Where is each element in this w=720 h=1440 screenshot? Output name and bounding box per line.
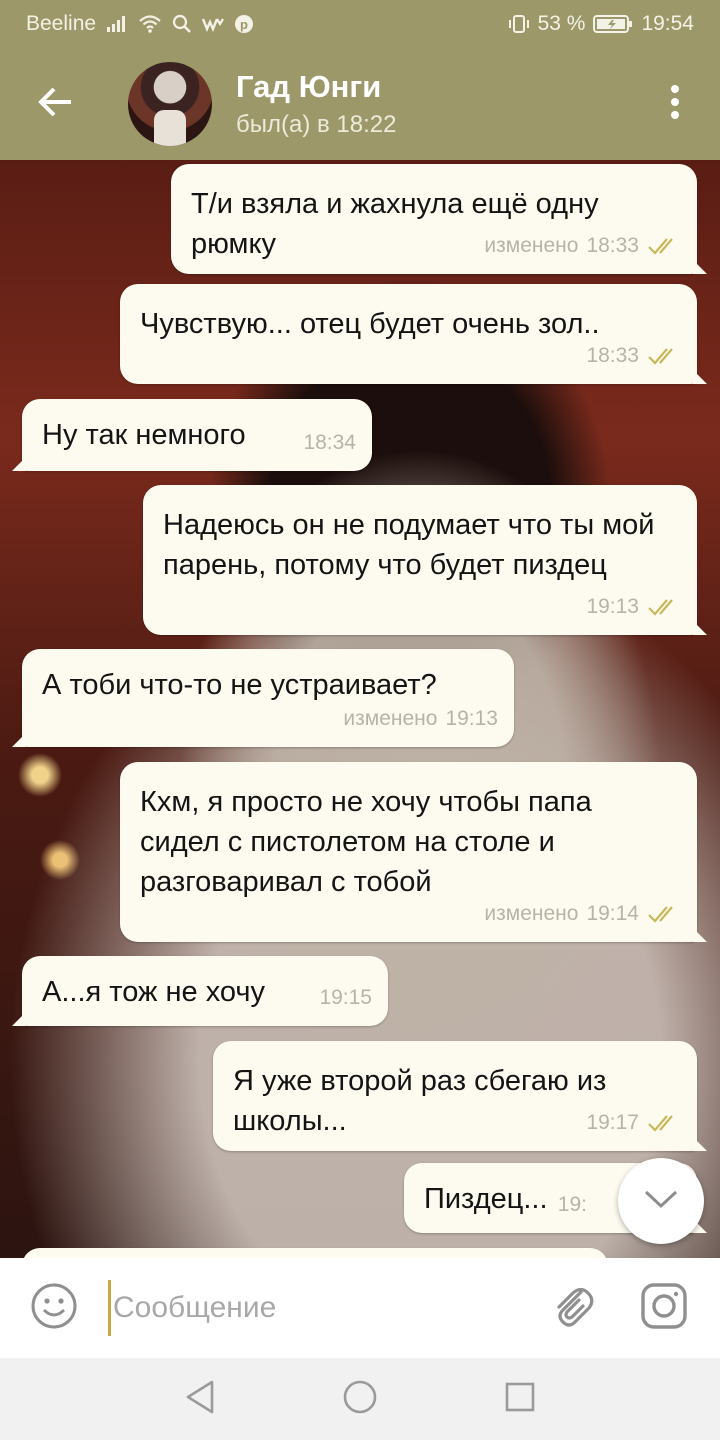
- message-bubble[interactable]: А тоби что-то не устраивает? изменено 19…: [12, 649, 514, 747]
- message-bubble-partial[interactable]: [22, 1248, 608, 1258]
- message-text: Надеюсь он не подумает что ты мой парень…: [163, 509, 655, 581]
- arrow-left-icon: [37, 86, 73, 123]
- more-options-button[interactable]: [630, 48, 720, 160]
- emoji-button[interactable]: [0, 1258, 108, 1358]
- double-check-icon: [647, 237, 681, 255]
- message-time: 19:13: [586, 595, 639, 618]
- message-time: 19:: [557, 1193, 587, 1216]
- nav-back-button[interactable]: [175, 1374, 225, 1424]
- double-check-icon: [647, 347, 681, 365]
- message-bubble[interactable]: Т/и взяла и жахнула ещё одну рюмку измен…: [171, 164, 707, 274]
- square-recents-icon: [504, 1381, 536, 1418]
- message-time: 18:33: [586, 234, 639, 257]
- message-bubble[interactable]: Я уже второй раз сбегаю из школы... 19:1…: [213, 1041, 707, 1151]
- search-icon: [172, 14, 192, 34]
- message-bubble[interactable]: А...я тож не хочу 19:15: [12, 956, 388, 1026]
- message-text: Кхм, я просто не хочу чтобы папа сидел с…: [140, 786, 592, 898]
- message-edited: изменено: [484, 234, 579, 257]
- smiley-icon: [30, 1282, 78, 1335]
- composer: [0, 1258, 720, 1358]
- triangle-back-icon: [184, 1379, 216, 1420]
- contact-last-seen: был(а) в 18:22: [236, 111, 397, 138]
- wifi-icon: [138, 14, 162, 34]
- nav-home-button[interactable]: [335, 1374, 385, 1424]
- chevron-down-icon: [643, 1189, 679, 1214]
- status-bar: Beeline p 53 % 19:54: [0, 0, 720, 48]
- battery-icon: [593, 14, 633, 34]
- camera-icon: [640, 1282, 688, 1335]
- message-input[interactable]: [108, 1280, 528, 1336]
- chat-messages[interactable]: Т/и взяла и жахнула ещё одну рюмку измен…: [0, 160, 720, 1258]
- message-edited: изменено: [484, 902, 579, 925]
- message-bubble[interactable]: Чувствую... отец будет очень зол.. 18:33: [120, 284, 707, 384]
- back-button[interactable]: [0, 48, 110, 160]
- battery-percent: 53 %: [537, 12, 586, 35]
- attach-button[interactable]: [528, 1258, 618, 1358]
- message-time: 19:17: [586, 1111, 639, 1134]
- contact-info[interactable]: Гад Юнги был(а) в 18:22: [236, 69, 396, 139]
- svg-text:p: p: [240, 17, 248, 32]
- double-check-icon: [647, 1114, 681, 1132]
- carrier-label: Beeline: [26, 12, 97, 35]
- message-time: 19:15: [319, 986, 372, 1009]
- vibrate-icon: [508, 14, 530, 34]
- message-time: 18:34: [303, 431, 356, 454]
- scroll-to-bottom-button[interactable]: [618, 1158, 704, 1244]
- more-vertical-icon: [670, 84, 680, 125]
- message-time: 19:13: [445, 707, 498, 730]
- system-nav-bar: [0, 1358, 720, 1440]
- clock: 19:54: [641, 12, 694, 35]
- avatar[interactable]: [128, 62, 212, 146]
- double-check-icon: [647, 598, 681, 616]
- paperclip-icon: [551, 1282, 595, 1335]
- message-time: 19:14: [586, 902, 639, 925]
- message-bubble[interactable]: Кхм, я просто не хочу чтобы папа сидел с…: [120, 762, 707, 942]
- camera-button[interactable]: [618, 1258, 710, 1358]
- vk-icon: [202, 16, 225, 32]
- message-bubble[interactable]: Надеюсь он не подумает что ты мой парень…: [143, 485, 707, 635]
- pinterest-icon: p: [234, 14, 254, 34]
- double-check-icon: [647, 905, 681, 923]
- chat-header: Гад Юнги был(а) в 18:22: [0, 48, 720, 160]
- message-edited: изменено: [343, 707, 438, 730]
- signal-icon: [106, 15, 128, 33]
- nav-recents-button[interactable]: [495, 1374, 545, 1424]
- message-bubble[interactable]: Ну так немного 18:34: [12, 399, 372, 471]
- circle-home-icon: [342, 1379, 378, 1420]
- contact-name: Гад Юнги: [236, 69, 382, 104]
- message-time: 18:33: [586, 344, 639, 367]
